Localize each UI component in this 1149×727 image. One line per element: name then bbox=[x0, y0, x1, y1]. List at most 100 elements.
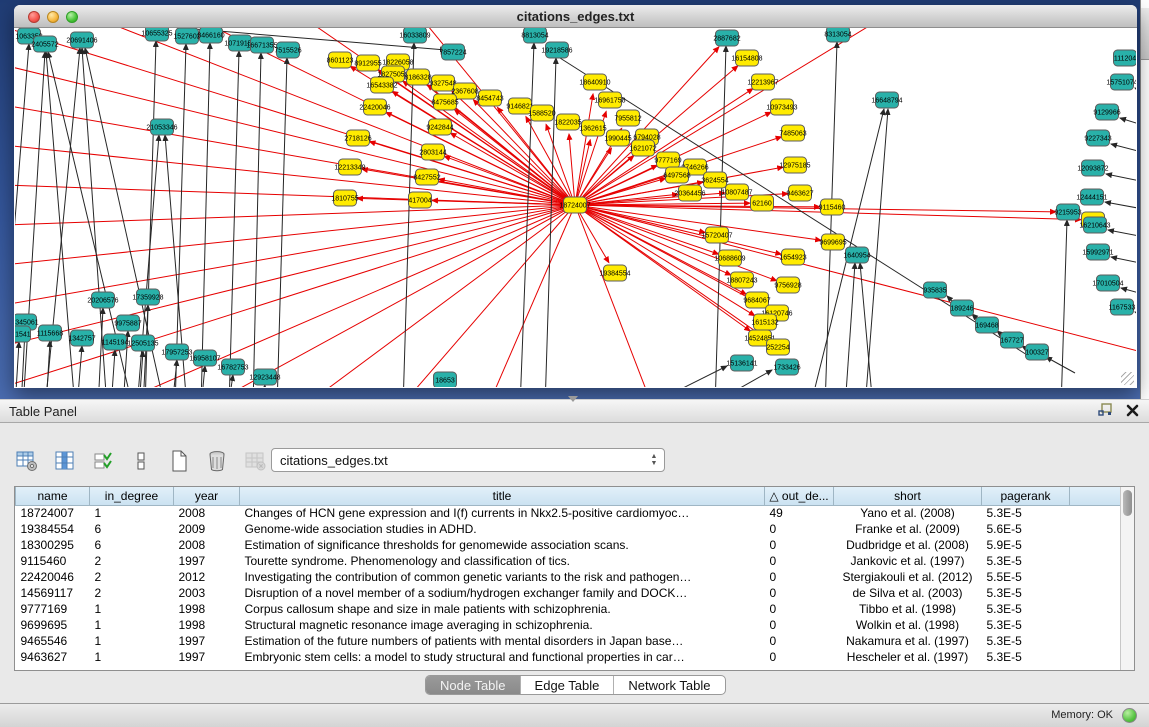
table-cell[interactable]: 2008 bbox=[174, 537, 240, 553]
table-cell[interactable]: 5.3E-5 bbox=[982, 585, 1070, 601]
column-header-indegree[interactable]: in_degree bbox=[90, 487, 174, 505]
table-cell[interactable]: Corpus callosum shape and size in male p… bbox=[240, 601, 765, 617]
graph-node[interactable]: 20206576 bbox=[87, 292, 118, 308]
table-cell[interactable]: 0 bbox=[765, 617, 834, 633]
graph-node[interactable]: 7955812 bbox=[614, 110, 641, 126]
table-cell[interactable]: 2 bbox=[90, 585, 174, 601]
column-header-pagerank[interactable]: pagerank bbox=[982, 487, 1070, 505]
graph-node[interactable]: 935835 bbox=[923, 282, 946, 298]
graph-node[interactable]: 1167533 bbox=[1109, 299, 1136, 315]
table-cell[interactable]: Estimation of the future numbers of pati… bbox=[240, 633, 765, 649]
table-row[interactable]: 1872400712008Changes of HCN gene express… bbox=[16, 505, 1121, 521]
graph-node[interactable]: 16033809 bbox=[399, 28, 430, 43]
table-cell[interactable]: 0 bbox=[765, 537, 834, 553]
graph-edge[interactable] bbox=[1061, 220, 1067, 387]
graph-node[interactable]: 1621072 bbox=[629, 140, 656, 156]
table-selector-dropdown[interactable]: citations_edges.txt ▲▼ bbox=[271, 448, 665, 472]
graph-node[interactable]: 19384554 bbox=[599, 265, 630, 281]
table-cell[interactable]: 0 bbox=[765, 585, 834, 601]
table-cell[interactable]: 49 bbox=[765, 505, 834, 521]
graph-edge[interactable] bbox=[229, 51, 239, 387]
table-cell[interactable]: 5.5E-5 bbox=[982, 569, 1070, 585]
graph-node[interactable]: 15720407 bbox=[701, 227, 732, 243]
graph-edge[interactable] bbox=[1111, 144, 1136, 158]
table-cell[interactable]: 1 bbox=[90, 617, 174, 633]
graph-node[interactable]: 12505135 bbox=[127, 335, 158, 351]
graph-node[interactable]: 8475685 bbox=[431, 94, 458, 110]
graph-node[interactable]: 1810755 bbox=[331, 190, 358, 206]
graph-node[interactable]: 1342757 bbox=[68, 330, 95, 346]
table-cell[interactable]: Wolkin et al. (1998) bbox=[834, 617, 982, 633]
table-cell[interactable]: 5.3E-5 bbox=[982, 649, 1070, 665]
graph-node[interactable]: 15751074 bbox=[1106, 74, 1136, 90]
graph-node[interactable]: 16210643 bbox=[1079, 217, 1110, 233]
table-cell[interactable]: 6 bbox=[90, 521, 174, 537]
graph-edge[interactable] bbox=[575, 205, 1056, 212]
table-cell[interactable]: Dudbridge et al. (2008) bbox=[834, 537, 982, 553]
table-cell[interactable]: 2003 bbox=[174, 585, 240, 601]
graph-node[interactable]: 12093872 bbox=[1077, 160, 1108, 176]
table-cell[interactable]: Genome-wide association studies in ADHD. bbox=[240, 521, 765, 537]
table-cell[interactable]: 9463627 bbox=[16, 649, 90, 665]
table-cell[interactable]: Franke et al. (2009) bbox=[834, 521, 982, 537]
graph-edge[interactable] bbox=[715, 46, 726, 387]
graph-node[interactable]: 2718126 bbox=[344, 130, 371, 146]
graph-node[interactable]: 1145194 bbox=[102, 334, 129, 350]
graph-edge[interactable] bbox=[865, 109, 888, 387]
select-column-icon[interactable] bbox=[52, 448, 78, 474]
network-canvas[interactable]: 1872400786011238912955182260581827505916… bbox=[15, 28, 1136, 387]
graph-node[interactable]: 16961758 bbox=[594, 92, 625, 108]
graph-edge[interactable] bbox=[15, 205, 575, 226]
table-row[interactable]: 946554611997Estimation of the future num… bbox=[16, 633, 1121, 649]
graph-edge[interactable] bbox=[201, 43, 210, 387]
graph-node[interactable]: 8466160 bbox=[197, 28, 224, 43]
graph-edge[interactable] bbox=[1046, 357, 1075, 373]
graph-node[interactable]: 8313054 bbox=[824, 28, 851, 42]
table-cell[interactable]: 0 bbox=[765, 633, 834, 649]
graph-edge[interactable] bbox=[575, 205, 655, 387]
graph-edge[interactable] bbox=[575, 205, 821, 240]
table-cell[interactable]: Stergiakouli et al. (2012) bbox=[834, 569, 982, 585]
delete-table-icon[interactable] bbox=[242, 448, 268, 474]
delete-trash-icon[interactable] bbox=[204, 448, 230, 474]
table-cell[interactable]: 2009 bbox=[174, 521, 240, 537]
pair-columns-icon[interactable] bbox=[128, 448, 154, 474]
graph-node[interactable]: 19218586 bbox=[541, 42, 572, 58]
graph-node[interactable]: 1640954 bbox=[843, 247, 870, 263]
graph-node[interactable]: 9215953 bbox=[1054, 204, 1081, 220]
table-cell[interactable]: 5.3E-5 bbox=[982, 505, 1070, 521]
graph-node[interactable]: 9115460 bbox=[819, 199, 846, 215]
table-cell[interactable]: 1 bbox=[90, 505, 174, 521]
splitter-handle[interactable] bbox=[568, 396, 578, 402]
table-row[interactable]: 2242004622012Investigating the contribut… bbox=[16, 569, 1121, 585]
graph-node[interactable]: 22420046 bbox=[359, 99, 390, 115]
graph-node[interactable]: 1615132 bbox=[751, 314, 778, 330]
table-cell[interactable]: 5.6E-5 bbox=[982, 521, 1070, 537]
graph-node[interactable]: 16782753 bbox=[217, 359, 248, 375]
graph-node[interactable]: 2803144 bbox=[419, 144, 446, 160]
table-row[interactable]: 1456911722003Disruption of a novel membe… bbox=[16, 585, 1121, 601]
graph-node[interactable]: 8454743 bbox=[476, 90, 503, 106]
table-cell[interactable]: 9115460 bbox=[16, 553, 90, 569]
graph-node[interactable]: 12444151 bbox=[1076, 189, 1107, 205]
graph-edge[interactable] bbox=[1106, 174, 1136, 186]
graph-node[interactable]: 15136141 bbox=[726, 355, 757, 371]
graph-edge[interactable] bbox=[277, 58, 287, 387]
table-cell[interactable]: 19384554 bbox=[16, 521, 90, 537]
float-panel-icon[interactable] bbox=[1098, 403, 1113, 422]
graph-node[interactable]: 7485063 bbox=[779, 125, 806, 141]
graph-edge[interactable] bbox=[845, 263, 855, 387]
graph-node[interactable]: 1654923 bbox=[779, 249, 806, 265]
window-title-bar[interactable]: citations_edges.txt bbox=[14, 5, 1137, 28]
graph-node[interactable]: 8427552 bbox=[413, 169, 440, 185]
graph-node[interactable]: 100327 bbox=[1025, 344, 1048, 360]
table-cell[interactable]: Investigating the contribution of common… bbox=[240, 569, 765, 585]
graph-node[interactable]: 8813054 bbox=[521, 28, 548, 43]
graph-node[interactable]: 18640910 bbox=[579, 74, 610, 90]
graph-node[interactable]: 9463627 bbox=[786, 185, 813, 201]
graph-node[interactable]: 12213349 bbox=[334, 159, 365, 175]
table-cell[interactable]: 5.9E-5 bbox=[982, 537, 1070, 553]
table-cell[interactable]: Jankovic et al. (1997) bbox=[834, 553, 982, 569]
graph-node[interactable]: 1822035 bbox=[554, 114, 581, 130]
graph-hub-node[interactable]: 18724007 bbox=[559, 197, 590, 213]
